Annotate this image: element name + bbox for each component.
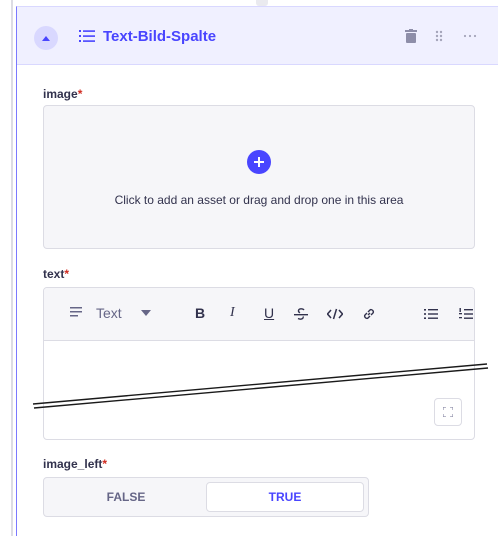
expand-icon — [443, 407, 453, 417]
plus-icon — [254, 157, 264, 167]
drag-handle-icon[interactable] — [435, 30, 443, 42]
align-left-icon — [70, 306, 82, 318]
image-field-label: image* — [43, 87, 82, 101]
image-dropzone[interactable]: Click to add an asset or drag and drop o… — [43, 105, 475, 249]
strikethrough-icon[interactable] — [294, 307, 308, 321]
italic-button[interactable]: I — [230, 305, 235, 321]
more-icon[interactable] — [463, 34, 477, 38]
image-left-field-label: image_left* — [43, 457, 107, 471]
code-icon[interactable] — [327, 308, 343, 320]
dropzone-text: Click to add an asset or drag and drop o… — [114, 193, 404, 207]
toggle-true-option[interactable]: TRUE — [206, 482, 364, 512]
add-asset-button[interactable] — [247, 150, 271, 174]
component-header: Text-Bild-Spalte — [17, 7, 498, 65]
required-mark: * — [77, 87, 83, 101]
heading-select[interactable]: Text — [96, 305, 122, 321]
toggle-false-option[interactable]: FALSE — [48, 482, 204, 512]
component-title: Text-Bild-Spalte — [103, 28, 217, 45]
chevron-up-icon — [42, 36, 50, 41]
required-mark: * — [102, 457, 108, 471]
image-left-toggle: FALSE TRUE — [43, 477, 369, 517]
numbered-list-icon[interactable] — [459, 308, 473, 320]
component-card: Text-Bild-Spalte image* Click to add an … — [16, 6, 498, 536]
image-left-label-text: image_left — [43, 457, 103, 471]
list-icon — [79, 30, 95, 42]
image-label-text: image — [43, 87, 78, 101]
left-guide-line — [11, 0, 13, 536]
editor-toolbar: Text B I U — [44, 288, 474, 341]
bullet-list-icon[interactable] — [424, 308, 438, 320]
underline-button[interactable]: U — [264, 305, 274, 321]
trash-icon[interactable] — [405, 29, 417, 43]
link-icon[interactable] — [362, 307, 376, 321]
bold-button[interactable]: B — [195, 305, 205, 321]
collapse-button[interactable] — [34, 26, 58, 50]
required-mark: * — [64, 267, 70, 281]
rich-text-editor: Text B I U — [43, 287, 475, 440]
caret-down-icon[interactable] — [141, 310, 151, 316]
expand-editor-button[interactable] — [434, 398, 462, 426]
text-field-label: text* — [43, 267, 69, 281]
text-label-text: text — [43, 267, 65, 281]
